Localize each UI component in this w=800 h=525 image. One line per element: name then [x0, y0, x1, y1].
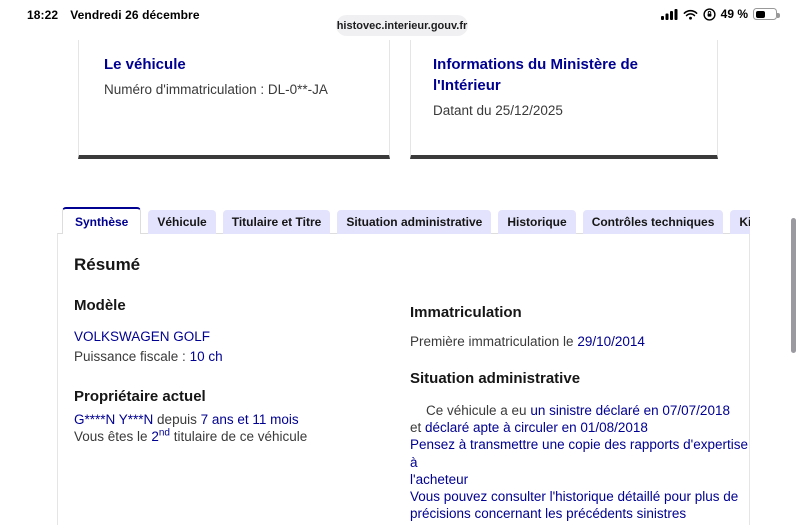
- synthese-panel: Résumé Modèle VOLKSWAGEN GOLF Puissance …: [57, 233, 750, 525]
- safari-ipad-screen: 18:22 Vendredi 26 décembre 49 % histovec…: [0, 0, 800, 525]
- situation-line: Pensez à transmettre une copie des rappo…: [410, 437, 749, 470]
- vehicle-card-title: Le véhicule: [104, 56, 186, 73]
- ministry-card: Informations du Ministère de l'Intérieur…: [410, 40, 718, 159]
- address-bar-url: histovec.interieur.gouv.fr: [336, 19, 468, 32]
- wifi-icon: [683, 9, 698, 20]
- vehicle-card: Le véhicule Numéro d'immatriculation : D…: [78, 40, 390, 159]
- orientation-lock-icon: [703, 7, 716, 21]
- owner-line: G****N Y***N depuis 7 ans et 11 mois: [74, 412, 299, 427]
- owner-heading: Propriétaire actuel: [74, 388, 206, 405]
- ministry-card-body: Datant du 25/12/2025: [433, 103, 563, 118]
- tab-situation-administrative[interactable]: Situation administrative: [337, 210, 492, 234]
- situation-line: l'acheteur: [410, 471, 469, 487]
- situation-line: et déclaré apte à circuler en 01/08/2018: [410, 420, 648, 436]
- battery-percent: 49 %: [720, 7, 748, 21]
- owner-duration: 7 ans et 11 mois: [200, 412, 299, 427]
- first-registration-line: Première immatriculation le 29/10/2014: [410, 334, 645, 349]
- summary-heading: Résumé: [74, 255, 141, 274]
- ministry-card-title: Informations du Ministère de l'Intérieur: [433, 56, 639, 94]
- fiscal-power-value: 10 ch: [189, 349, 223, 364]
- first-registration-date: 29/10/2014: [577, 334, 645, 349]
- admin-situation-paragraph: Ce véhicule a eu un sinistre déclaré en …: [410, 402, 755, 522]
- model-name: VOLKSWAGEN GOLF: [74, 329, 211, 344]
- holder-rank-ordinal: nd: [158, 427, 170, 439]
- registration-heading: Immatriculation: [410, 304, 522, 321]
- situation-line: Vous pouvez consulter l'historique détai…: [410, 489, 739, 505]
- tab-controles-techniques[interactable]: Contrôles techniques: [582, 210, 724, 234]
- clock-time: 18:22: [27, 8, 59, 22]
- holder-rank-line: Vous êtes le 2nd titulaire de ce véhicul…: [74, 427, 308, 444]
- holder-rank: 2: [151, 429, 159, 444]
- battery-icon: [753, 8, 780, 20]
- vertical-scrollbar[interactable]: [791, 218, 796, 353]
- owner-name: G****N Y***N: [74, 412, 154, 427]
- situation-line: Ce véhicule a eu un sinistre déclaré en …: [426, 403, 730, 418]
- tab-kilometrage[interactable]: Kilométrage: [730, 210, 750, 234]
- tab-titulaire-et-titre[interactable]: Titulaire et Titre: [222, 210, 331, 234]
- situation-line: précisions concernant les précédents sin…: [410, 506, 687, 522]
- admin-situation-heading: Situation administrative: [410, 370, 581, 387]
- address-bar[interactable]: histovec.interieur.gouv.fr: [336, 15, 468, 36]
- clock-date: Vendredi 26 décembre: [70, 8, 200, 22]
- tab-historique[interactable]: Historique: [498, 210, 576, 234]
- tab-synthese[interactable]: Synthèse: [62, 207, 142, 234]
- tab-bar: Synthèse Véhicule Titulaire et Titre Sit…: [62, 207, 750, 234]
- cellular-signal-icon: [660, 8, 678, 20]
- model-heading: Modèle: [74, 297, 126, 314]
- fiscal-power-line: Puissance fiscale : 10 ch: [74, 349, 223, 364]
- tab-vehicule[interactable]: Véhicule: [148, 210, 216, 234]
- vehicle-card-body: Numéro d'immatriculation : DL-0**-JA: [104, 82, 328, 97]
